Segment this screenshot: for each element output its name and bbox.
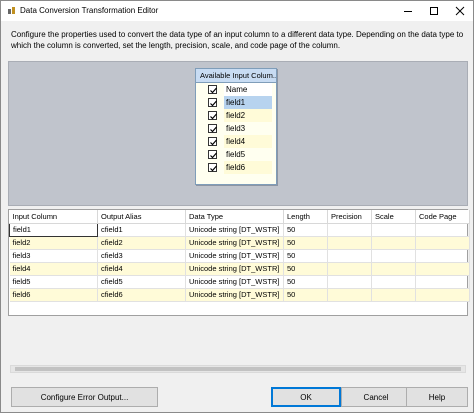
available-column-item[interactable]: field2 xyxy=(196,109,276,122)
available-column-item[interactable]: field3 xyxy=(196,122,276,135)
output-alias-cell[interactable]: cfield4 xyxy=(97,262,186,276)
data-type-cell[interactable]: Unicode string [DT_WSTR] xyxy=(185,236,284,250)
header-scale[interactable]: Scale xyxy=(371,210,416,224)
header-length[interactable]: Length xyxy=(283,210,328,224)
available-columns-header: Available Input Colum... xyxy=(196,69,276,83)
column-name: field3 xyxy=(226,124,246,133)
app-icon xyxy=(7,6,17,16)
dialog-window: Data Conversion Transformation Editor Co… xyxy=(0,0,474,413)
table-row: field5 cfield5 Unicode string [DT_WSTR] … xyxy=(9,275,470,289)
ok-button[interactable]: OK xyxy=(271,387,341,407)
precision-cell[interactable] xyxy=(327,262,372,276)
available-column-item[interactable]: field6 xyxy=(196,161,276,174)
table-row: field4 cfield4 Unicode string [DT_WSTR] … xyxy=(9,262,470,276)
header-input-column[interactable]: Input Column xyxy=(9,210,98,224)
help-button[interactable]: Help xyxy=(406,387,468,407)
header-data-type[interactable]: Data Type xyxy=(185,210,284,224)
scale-cell[interactable] xyxy=(371,288,416,302)
code-page-cell[interactable] xyxy=(415,262,470,276)
precision-cell[interactable] xyxy=(327,223,372,237)
table-row: field3 cfield3 Unicode string [DT_WSTR] … xyxy=(9,249,470,263)
output-alias-cell[interactable]: cfield2 xyxy=(97,236,186,250)
table-row: field2 cfield2 Unicode string [DT_WSTR] … xyxy=(9,236,470,250)
table-row: field6 cfield6 Unicode string [DT_WSTR] … xyxy=(9,288,470,302)
precision-cell[interactable] xyxy=(327,236,372,250)
output-alias-cell[interactable]: cfield1 xyxy=(97,223,186,237)
length-cell[interactable]: 50 xyxy=(283,223,328,237)
scale-cell[interactable] xyxy=(371,249,416,263)
data-type-cell[interactable]: Unicode string [DT_WSTR] xyxy=(185,249,284,263)
column-mapping-panel: Available Input Colum... Name field1 fie… xyxy=(8,61,468,206)
precision-cell[interactable] xyxy=(327,249,372,263)
length-cell[interactable]: 50 xyxy=(283,236,328,250)
column-checkbox[interactable] xyxy=(208,98,217,107)
column-checkbox[interactable] xyxy=(208,124,217,133)
code-page-cell[interactable] xyxy=(415,236,470,250)
data-type-cell[interactable]: Unicode string [DT_WSTR] xyxy=(185,275,284,289)
input-column-cell[interactable]: field6 xyxy=(9,288,98,302)
description-text: Configure the properties used to convert… xyxy=(11,30,464,50)
column-name: field6 xyxy=(224,161,272,174)
code-page-cell[interactable] xyxy=(415,288,470,302)
input-column-cell[interactable]: field1 xyxy=(9,222,98,237)
scrollbar-thumb[interactable] xyxy=(15,367,461,371)
scale-cell[interactable] xyxy=(371,262,416,276)
input-column-cell[interactable]: field3 xyxy=(9,249,98,263)
name-column-label: Name xyxy=(224,83,272,96)
minimize-icon[interactable] xyxy=(394,1,422,21)
precision-cell[interactable] xyxy=(327,288,372,302)
column-name: field1 xyxy=(224,96,272,109)
available-column-item[interactable]: field1 xyxy=(196,96,276,109)
code-page-cell[interactable] xyxy=(415,275,470,289)
column-name: field4 xyxy=(224,135,272,148)
header-output-alias[interactable]: Output Alias xyxy=(97,210,186,224)
table-row: field1 cfield1 Unicode string [DT_WSTR] … xyxy=(9,222,470,237)
input-column-cell[interactable]: field2 xyxy=(9,236,98,250)
horizontal-scrollbar[interactable] xyxy=(10,365,466,373)
maximize-icon[interactable] xyxy=(420,1,448,21)
data-type-cell[interactable]: Unicode string [DT_WSTR] xyxy=(185,262,284,276)
scale-cell[interactable] xyxy=(371,275,416,289)
length-cell[interactable]: 50 xyxy=(283,275,328,289)
column-name: field2 xyxy=(224,109,272,122)
data-type-cell[interactable]: Unicode string [DT_WSTR] xyxy=(185,288,284,302)
available-column-item[interactable]: field5 xyxy=(196,148,276,161)
column-name: field5 xyxy=(226,150,246,159)
input-column-cell[interactable]: field4 xyxy=(9,262,98,276)
cancel-button[interactable]: Cancel xyxy=(341,387,411,407)
grid-header-row: Input Column Output Alias Data Type Leng… xyxy=(9,210,470,224)
length-cell[interactable]: 50 xyxy=(283,288,328,302)
data-type-cell[interactable]: Unicode string [DT_WSTR] xyxy=(185,223,284,237)
select-all-row[interactable]: Name xyxy=(196,83,276,96)
configure-error-output-button[interactable]: Configure Error Output... xyxy=(11,387,158,407)
scale-cell[interactable] xyxy=(371,236,416,250)
scale-cell[interactable] xyxy=(371,223,416,237)
input-column-cell[interactable]: field5 xyxy=(9,275,98,289)
output-alias-cell[interactable]: cfield6 xyxy=(97,288,186,302)
available-input-columns-box[interactable]: Available Input Colum... Name field1 fie… xyxy=(195,68,277,185)
select-all-checkbox[interactable] xyxy=(208,85,217,94)
length-cell[interactable]: 50 xyxy=(283,249,328,263)
header-code-page[interactable]: Code Page xyxy=(415,210,470,224)
window-title: Data Conversion Transformation Editor xyxy=(20,6,159,15)
conversion-grid[interactable]: Input Column Output Alias Data Type Leng… xyxy=(8,209,470,316)
column-checkbox[interactable] xyxy=(208,163,217,172)
output-alias-cell[interactable]: cfield3 xyxy=(97,249,186,263)
column-checkbox[interactable] xyxy=(208,137,217,146)
close-icon[interactable] xyxy=(446,1,474,21)
output-alias-cell[interactable]: cfield5 xyxy=(97,275,186,289)
code-page-cell[interactable] xyxy=(415,223,470,237)
column-checkbox[interactable] xyxy=(208,111,217,120)
code-page-cell[interactable] xyxy=(415,249,470,263)
title-bar: Data Conversion Transformation Editor xyxy=(1,1,473,21)
column-checkbox[interactable] xyxy=(208,150,217,159)
length-cell[interactable]: 50 xyxy=(283,262,328,276)
header-precision[interactable]: Precision xyxy=(327,210,372,224)
precision-cell[interactable] xyxy=(327,275,372,289)
conversion-table: Input Column Output Alias Data Type Leng… xyxy=(9,210,470,302)
available-column-item[interactable]: field4 xyxy=(196,135,276,148)
